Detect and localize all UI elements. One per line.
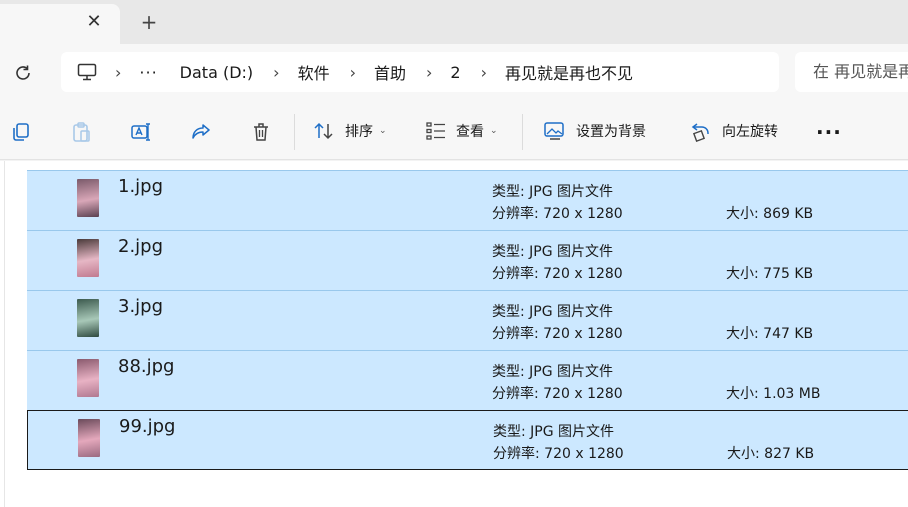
file-list: 1.jpg 类型: JPG 图片文件 分辨率: 720 x 1280 大小: 869 … <box>0 161 908 507</box>
address-row: › ··· Data (D:) › 软件 › 首助 › 2 › 再见就是再也不见… <box>0 44 908 102</box>
sort-icon <box>314 122 333 140</box>
breadcrumb-drive[interactable]: Data (D:) <box>180 63 253 82</box>
tab-current[interactable]: ✕ <box>0 4 120 44</box>
rotate-left-button[interactable]: 向左旋转 <box>690 118 778 144</box>
file-size: 大小: 775 KB <box>726 266 814 282</box>
image-thumbnail <box>78 419 100 457</box>
file-resolution: 分辨率: 720 x 1280 <box>492 206 623 222</box>
file-row[interactable]: 99.jpg 类型: JPG 图片文件 分辨率: 720 x 1280 大小: 827… <box>27 410 908 470</box>
more-options-button[interactable]: ··· <box>816 120 842 144</box>
file-row[interactable]: 1.jpg 类型: JPG 图片文件 分辨率: 720 x 1280 大小: 869 … <box>27 170 908 230</box>
file-type: 类型: JPG 图片文件 <box>492 364 614 380</box>
file-size: 大小: 869 KB <box>726 206 814 222</box>
computer-icon[interactable] <box>77 63 97 81</box>
file-size: 大小: 1.03 MB <box>726 386 821 402</box>
set-background-button[interactable]: 设置为背景 <box>544 118 646 144</box>
file-resolution: 分辨率: 720 x 1280 <box>493 446 624 462</box>
file-name[interactable]: 3.jpg <box>118 296 163 317</box>
view-button[interactable]: 查看 ⌄ <box>426 118 498 144</box>
file-type: 类型: JPG 图片文件 <box>493 424 615 440</box>
file-resolution: 分辨率: 720 x 1280 <box>492 266 623 282</box>
toolbar-divider <box>522 114 523 150</box>
breadcrumb-separator[interactable]: › <box>350 63 356 82</box>
sort-button[interactable]: 排序 ⌄ <box>313 118 387 144</box>
file-row[interactable]: 2.jpg 类型: JPG 图片文件 分辨率: 720 x 1280 大小: 775 … <box>27 230 908 290</box>
chevron-down-icon: ⌄ <box>379 126 387 136</box>
breadcrumb-folder-shouzhu[interactable]: 首助 <box>374 60 406 84</box>
file-resolution: 分辨率: 720 x 1280 <box>492 326 623 342</box>
image-thumbnail <box>77 179 99 217</box>
rotate-left-icon <box>691 123 709 142</box>
tab-strip: ✕ + <box>0 0 908 44</box>
file-row[interactable]: 88.jpg 类型: JPG 图片文件 分辨率: 720 x 1280 大小: 1.0… <box>27 350 908 410</box>
paste-icon <box>73 122 90 142</box>
breadcrumb-separator[interactable]: › <box>426 63 432 82</box>
breadcrumb-separator[interactable]: › <box>273 63 279 82</box>
view-label: 查看 <box>456 124 484 140</box>
refresh-icon[interactable] <box>12 62 34 84</box>
rotate-left-label: 向左旋转 <box>722 124 778 140</box>
breadcrumb-folder-2[interactable]: 2 <box>450 63 460 82</box>
file-name[interactable]: 2.jpg <box>118 236 163 257</box>
file-type: 类型: JPG 图片文件 <box>492 244 614 260</box>
file-name[interactable]: 99.jpg <box>119 416 175 437</box>
file-type: 类型: JPG 图片文件 <box>492 304 614 320</box>
breadcrumb-separator[interactable]: › <box>115 63 121 82</box>
file-row[interactable]: 3.jpg 类型: JPG 图片文件 分辨率: 720 x 1280 大小: 747 … <box>27 290 908 350</box>
breadcrumb-folder-software[interactable]: 软件 <box>298 60 330 84</box>
file-size: 大小: 827 KB <box>727 446 815 462</box>
file-name[interactable]: 88.jpg <box>118 356 174 377</box>
delete-icon[interactable] <box>250 121 272 143</box>
list-view-icon <box>426 122 445 140</box>
rename-icon[interactable] <box>130 121 152 143</box>
file-size: 大小: 747 KB <box>726 326 814 342</box>
file-type: 类型: JPG 图片文件 <box>492 184 614 200</box>
chevron-down-icon: ⌄ <box>490 126 498 136</box>
breadcrumb-separator[interactable]: › <box>481 63 487 82</box>
share-icon[interactable] <box>190 121 212 143</box>
new-tab-icon[interactable]: + <box>139 12 159 32</box>
command-bar: 排序 ⌄ 查看 ⌄ 设置为背景 向左旋转 <box>0 102 908 160</box>
search-input[interactable]: 在 再见就是再也不见 中搜索 <box>795 52 908 92</box>
toolbar-divider <box>294 114 295 150</box>
image-thumbnail <box>77 239 99 277</box>
image-thumbnail <box>77 359 99 397</box>
file-name[interactable]: 1.jpg <box>118 176 163 197</box>
sort-label: 排序 <box>345 124 373 140</box>
set-background-label: 设置为背景 <box>576 124 646 140</box>
scroll-track <box>4 161 5 507</box>
breadcrumb-folder-current[interactable]: 再见就是再也不见 <box>505 60 633 84</box>
close-tab-icon[interactable]: ✕ <box>84 12 104 32</box>
copy-icon[interactable] <box>10 121 32 143</box>
breadcrumb-more[interactable]: ··· <box>139 63 157 82</box>
desktop-background-icon <box>544 122 564 140</box>
breadcrumb[interactable]: › ··· Data (D:) › 软件 › 首助 › 2 › 再见就是再也不见 <box>61 52 779 92</box>
file-resolution: 分辨率: 720 x 1280 <box>492 386 623 402</box>
image-thumbnail <box>77 299 99 337</box>
